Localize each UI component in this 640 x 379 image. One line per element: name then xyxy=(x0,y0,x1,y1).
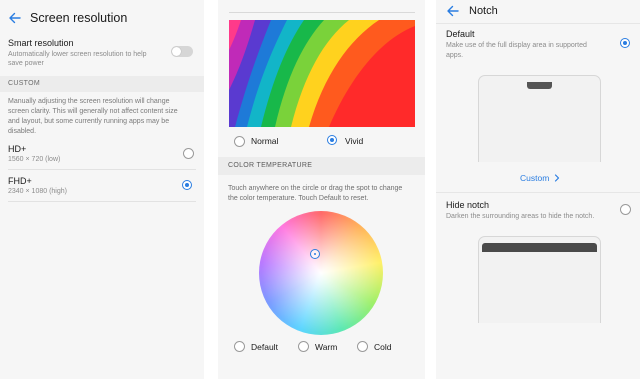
phone-preview-default xyxy=(478,75,601,162)
divider xyxy=(8,169,196,170)
color-temperature-section: COLOR TEMPERATURE xyxy=(218,157,425,175)
section-divider xyxy=(436,192,640,193)
warm-radio[interactable] xyxy=(298,341,309,352)
toggle-knob xyxy=(172,47,181,56)
darkened-status-area xyxy=(482,243,597,252)
option-label: HD+ xyxy=(8,144,27,154)
chevron-right-icon xyxy=(554,174,560,184)
header-divider xyxy=(436,23,640,24)
color-temperature-label: COLOR TEMPERATURE xyxy=(228,162,313,169)
smart-resolution-description-line2: save power xyxy=(8,60,44,67)
hide-notch-radio[interactable] xyxy=(620,204,631,215)
top-divider xyxy=(229,12,415,13)
hide-notch-title: Hide notch xyxy=(446,200,490,210)
smart-resolution-title: Smart resolution xyxy=(8,38,74,48)
temperature-hint-line2: the color temperature. Touch Default to … xyxy=(228,195,369,202)
vivid-radio[interactable] xyxy=(327,135,337,145)
default-description-line2: apps. xyxy=(446,52,464,59)
custom-section-label: CUSTOM xyxy=(8,80,41,87)
normal-label: Normal xyxy=(251,136,279,146)
screen-resolution-header: Screen resolution xyxy=(0,0,204,36)
color-temperature-spot[interactable] xyxy=(310,249,320,259)
custom-section-header: CUSTOM xyxy=(0,76,204,92)
custom-description-line1: Manually adjusting the screen resolution… xyxy=(8,98,170,105)
custom-description-line2: screen clarity. This will generally not … xyxy=(8,108,178,115)
divider xyxy=(8,201,196,202)
option-value: 1560 × 720 (low) xyxy=(8,156,61,163)
color-panel: Normal Vivid COLOR TEMPERATURE Touch any… xyxy=(218,0,425,379)
default-notch-radio[interactable] xyxy=(620,38,630,48)
default-temperature-label: Default xyxy=(251,342,278,352)
temperature-hint-line1: Touch anywhere on the circle or drag the… xyxy=(228,185,403,192)
custom-description-line4: disabled. xyxy=(8,128,37,135)
default-temperature-radio[interactable] xyxy=(234,341,245,352)
vivid-label: Vivid xyxy=(345,136,364,146)
back-arrow-icon[interactable] xyxy=(446,4,460,18)
notch-shape xyxy=(527,82,552,89)
hide-notch-description: Darken the surrounding areas to hide the… xyxy=(446,213,595,220)
fhd-radio[interactable] xyxy=(182,180,192,190)
custom-link-label: Custom xyxy=(520,173,550,183)
phone-preview-hidden xyxy=(478,236,601,323)
screen-resolution-panel: Screen resolution Smart resolution Autom… xyxy=(0,0,204,379)
option-value: 2340 × 1080 (high) xyxy=(8,188,67,195)
cold-label: Cold xyxy=(374,342,392,352)
color-temperature-wheel[interactable] xyxy=(259,211,383,335)
default-title: Default xyxy=(446,29,475,39)
custom-notch-link[interactable]: Custom xyxy=(520,173,560,184)
wallpaper-preview xyxy=(229,20,415,127)
notch-panel: Notch Default Make use of the full displ… xyxy=(436,0,640,379)
custom-description-line3: and layout, but some currently running a… xyxy=(8,118,170,125)
page-title: Notch xyxy=(469,5,498,17)
smart-resolution-description-line1: Automatically lower screen resolution to… xyxy=(8,51,147,58)
warm-label: Warm xyxy=(315,342,338,352)
hd-radio[interactable] xyxy=(183,148,194,159)
page-title: Screen resolution xyxy=(30,11,128,25)
back-arrow-icon[interactable] xyxy=(8,11,22,25)
option-label: FHD+ xyxy=(8,176,32,186)
smart-resolution-toggle[interactable] xyxy=(171,46,193,57)
default-description-line1: Make use of the full display area in sup… xyxy=(446,42,587,49)
cold-radio[interactable] xyxy=(357,341,368,352)
normal-radio[interactable] xyxy=(234,136,245,147)
